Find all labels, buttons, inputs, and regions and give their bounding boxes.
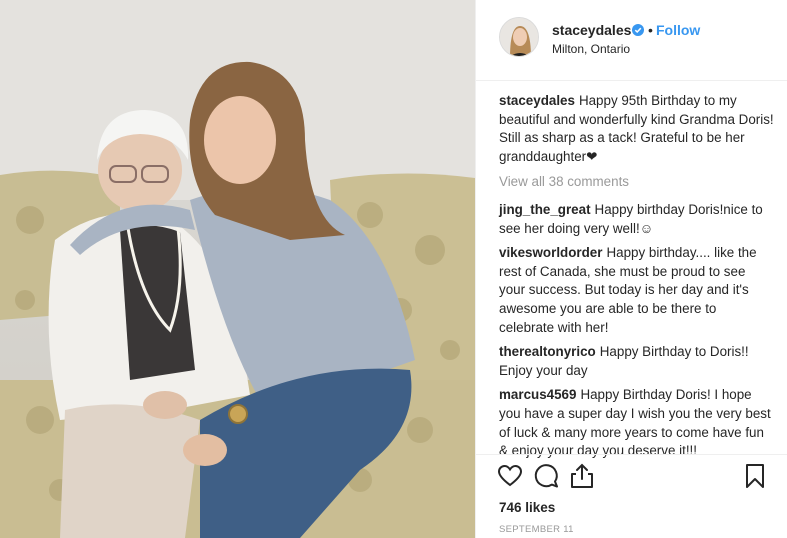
share-icon[interactable]	[568, 462, 596, 490]
follow-button[interactable]: Follow	[656, 22, 700, 38]
separator-dot: •	[648, 22, 653, 38]
actions-divider	[476, 454, 787, 455]
comment-item: therealtonyrico Happy Birthday to Doris!!…	[499, 343, 774, 380]
comment-item: jing_the_great Happy birthday Doris!nice …	[499, 201, 774, 238]
photo-illustration	[0, 0, 475, 538]
verified-badge-icon	[632, 24, 644, 36]
instagram-post: staceydales • Follow Milton, Ontario sta…	[0, 0, 787, 538]
comment-username[interactable]: marcus4569	[499, 387, 576, 402]
post-side-panel: staceydales • Follow Milton, Ontario sta…	[475, 0, 787, 538]
comment-username[interactable]: vikesworldorder	[499, 245, 602, 260]
post-photo[interactable]	[0, 0, 475, 538]
comment-item: marcus4569 Happy Birthday Doris! I hope y…	[499, 386, 774, 460]
comment-bubble-icon[interactable]	[532, 462, 560, 490]
view-all-comments-link[interactable]: View all 38 comments	[499, 173, 774, 192]
caption-username[interactable]: staceydales	[499, 93, 575, 108]
avatar[interactable]	[499, 17, 539, 57]
comment-username[interactable]: jing_the_great	[499, 202, 591, 217]
post-date[interactable]: SEPTEMBER 11	[499, 524, 574, 535]
heart-icon[interactable]	[496, 462, 524, 490]
location-link[interactable]: Milton, Ontario	[552, 42, 630, 56]
likes-count[interactable]: 746 likes	[499, 500, 555, 515]
author-username[interactable]: staceydales	[552, 22, 631, 38]
bookmark-icon[interactable]	[741, 462, 769, 490]
comment-item: vikesworldorder Happy birthday.... like t…	[499, 244, 774, 337]
comment-username[interactable]: therealtonyrico	[499, 344, 596, 359]
post-header: staceydales • Follow Milton, Ontario	[476, 0, 787, 81]
comments-section: staceydales Happy 95th Birthday to my bea…	[499, 92, 774, 467]
avatar-photo	[500, 18, 538, 56]
caption: staceydales Happy 95th Birthday to my bea…	[499, 92, 774, 166]
